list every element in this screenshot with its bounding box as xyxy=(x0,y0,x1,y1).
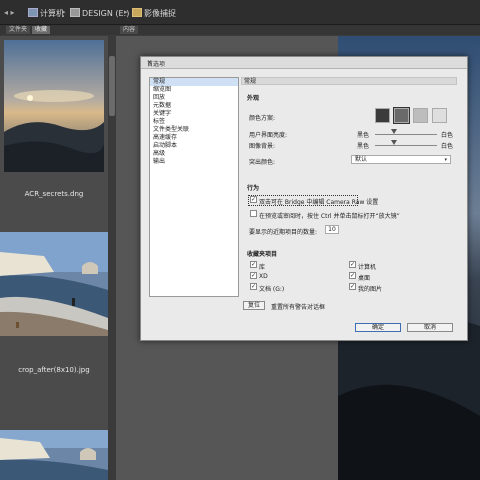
chevron-right-icon[interactable]: ▸ xyxy=(62,8,66,16)
fav-item-label: 文档 (G:) xyxy=(259,286,285,293)
slider-min-label: 黑色 xyxy=(357,143,370,150)
close-icon[interactable]: × xyxy=(147,59,463,66)
dialog-titlebar: 首选项 × xyxy=(141,57,467,69)
fav-item-label: XD xyxy=(259,273,268,280)
checkbox-loupe[interactable] xyxy=(250,210,257,217)
fav-item-label: 库 xyxy=(259,264,266,271)
breadcrumb-computer[interactable]: 计算机 xyxy=(28,8,64,19)
fav-item-label: 桌面 xyxy=(358,275,371,282)
tab-content[interactable]: 内容 xyxy=(120,26,139,34)
checkbox-fav-library[interactable]: ✓ xyxy=(250,261,257,268)
thumbnail-image xyxy=(4,40,104,172)
checkbox-fav-documents[interactable]: ✓ xyxy=(250,283,257,290)
nav-item-startup-scripts[interactable]: 启动脚本 xyxy=(150,142,238,150)
nav-item-labels[interactable]: 标签 xyxy=(150,118,238,126)
preferences-dialog: 首选项 × 常规 缩览图 回放 元数据 关键字 标签 文件类型关联 高速缓存 启… xyxy=(140,56,468,341)
chevron-right-icon[interactable]: ▸ xyxy=(124,8,128,16)
breadcrumb-design[interactable]: DESIGN (E:) xyxy=(70,8,129,18)
behavior-loupe-label: 在预览或审阅时，按住 Ctrl 并单击鼠标打开“放大镜” xyxy=(259,213,400,220)
path-bar: ◂ ▸ 计算机 ▸ DESIGN (E:) ▸ 影像捕捉 xyxy=(0,0,480,25)
content-panel: ACR_secrets.dng crop_after(8x10).jpg xyxy=(0,36,108,480)
section-header-general: 常规 xyxy=(241,77,457,85)
fav-item-label: 我的图片 xyxy=(358,286,383,293)
computer-icon xyxy=(28,8,38,17)
nav-item-advanced[interactable]: 高级 xyxy=(150,150,238,158)
checkbox-fav-computer[interactable]: ✓ xyxy=(349,261,356,268)
accent-color-select[interactable]: 默认 ▾ xyxy=(351,155,451,164)
folder-icon xyxy=(132,8,142,17)
ui-brightness-knob[interactable] xyxy=(391,129,397,134)
thumbnail-image xyxy=(0,430,108,480)
ui-brightness-label: 用户界面亮度: xyxy=(249,132,288,139)
color-swatch-darkest[interactable] xyxy=(375,108,390,123)
preferences-content: 常规 外观 颜色方案: 用户界面亮度: 黑色 白色 图像背景: 黑色 白色 突出… xyxy=(241,77,459,299)
slider-min-label: 黑色 xyxy=(357,132,370,139)
recent-items-label: 要显示的近期项目的数量: xyxy=(249,229,318,236)
nav-arrow-icon[interactable]: ◂ ▸ xyxy=(4,8,15,17)
slider-max-label: 白色 xyxy=(441,143,454,150)
nav-item-thumbnails[interactable]: 缩览图 xyxy=(150,86,238,94)
image-background-knob[interactable] xyxy=(391,140,397,145)
ok-button[interactable]: 确定 xyxy=(355,323,401,332)
drive-icon xyxy=(70,8,80,17)
color-scheme-label: 颜色方案: xyxy=(249,115,276,122)
chevron-down-icon: ▾ xyxy=(444,157,447,163)
color-swatch-lightest[interactable] xyxy=(432,108,447,123)
nav-item-keywords[interactable]: 关键字 xyxy=(150,110,238,118)
tab-favorites[interactable]: 收藏 xyxy=(32,26,51,34)
thumbnail-caption: ACR_secrets.dng xyxy=(24,190,84,198)
ui-brightness-slider[interactable] xyxy=(375,134,437,135)
recent-items-input[interactable]: 10 xyxy=(325,225,339,234)
section-label-favorites: 收藏夹项目 xyxy=(247,251,278,258)
behavior-camera-raw-label: 双击可在 Bridge 中编辑 Camera Raw 设置 xyxy=(259,199,379,206)
checkbox-fav-desktop[interactable]: ✓ xyxy=(349,272,356,279)
tab-folders[interactable]: 文件夹 xyxy=(6,26,31,34)
checkbox-fav-pictures[interactable]: ✓ xyxy=(349,283,356,290)
vertical-scrollbar[interactable] xyxy=(108,36,116,480)
nav-item-metadata[interactable]: 元数据 xyxy=(150,102,238,110)
nav-item-cache[interactable]: 高速缓存 xyxy=(150,134,238,142)
nav-item-output[interactable]: 输出 xyxy=(150,158,238,166)
section-label-behavior: 行为 xyxy=(247,185,260,192)
color-swatch-light[interactable] xyxy=(413,108,428,123)
slider-max-label: 白色 xyxy=(441,132,454,139)
nav-item-playback[interactable]: 回放 xyxy=(150,94,238,102)
accent-color-label: 突出颜色: xyxy=(249,159,276,166)
cancel-button[interactable]: 取消 xyxy=(407,323,453,332)
color-swatch-dark[interactable] xyxy=(393,107,410,124)
color-scheme-swatches xyxy=(375,107,455,124)
image-background-label: 图像背景: xyxy=(249,143,276,150)
nav-item-general[interactable]: 常规 xyxy=(150,78,238,86)
checkbox-camera-raw[interactable]: ✓ xyxy=(250,196,257,203)
checkbox-fav-xd[interactable]: ✓ xyxy=(250,272,257,279)
image-background-slider[interactable] xyxy=(375,145,437,146)
panel-tabs: 文件夹 收藏 内容 xyxy=(0,25,480,35)
thumbnail-caption: crop_after(8x10).jpg xyxy=(18,366,90,374)
scrollbar-thumb[interactable] xyxy=(109,56,115,116)
section-label-appearance: 外观 xyxy=(247,95,260,102)
thumbnail-image xyxy=(0,232,108,336)
reset-warnings-button[interactable]: 复位 xyxy=(243,301,265,310)
fav-item-label: 计算机 xyxy=(358,264,377,271)
nav-item-file-type-associations[interactable]: 文件类型关联 xyxy=(150,126,238,134)
breadcrumb-photos[interactable]: 影像捕捉 xyxy=(132,8,176,19)
reset-warnings-label: 重置所有警告对话框 xyxy=(271,304,326,311)
preferences-nav: 常规 缩览图 回放 元数据 关键字 标签 文件类型关联 高速缓存 启动脚本 高级… xyxy=(149,77,239,297)
